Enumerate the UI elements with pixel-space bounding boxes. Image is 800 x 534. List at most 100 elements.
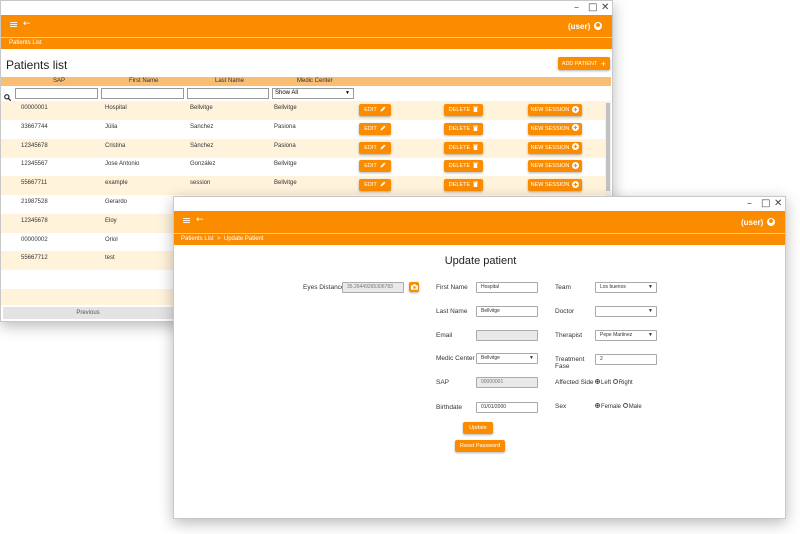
cell-sap: 55667712 (21, 255, 48, 262)
medic-center-select[interactable]: Bellvitge ▼ (476, 353, 538, 364)
edit-button[interactable]: EDIT (359, 141, 391, 154)
delete-button[interactable]: DELETE (444, 179, 483, 192)
first-name-input[interactable]: Hospital (476, 282, 538, 293)
sap-input: 00000001 (476, 377, 538, 388)
title-bar: – □ ✕ (174, 197, 785, 211)
eyes-distance-value: 35.26449265306783 (347, 284, 393, 290)
new-session-button[interactable]: NEW SESSION (528, 160, 582, 173)
new-session-button[interactable]: NEW SESSION (528, 179, 582, 192)
add-patient-label: ADD PATIENT (561, 60, 598, 67)
cell-sap: 21987528 (21, 199, 48, 205)
sex-male-label: Male (628, 403, 642, 410)
close-button[interactable]: ✕ (774, 198, 782, 210)
edit-button[interactable]: EDIT (359, 179, 391, 192)
cell-first-name: Oriol (105, 236, 118, 243)
column-first-name[interactable]: First Name (129, 78, 158, 84)
new-session-button[interactable]: NEW SESSION (528, 141, 582, 154)
trash-icon (473, 181, 479, 189)
plus-circle-icon (572, 143, 580, 152)
filter-last-name-input[interactable] (187, 88, 269, 99)
menu-icon[interactable]: ≡ (9, 18, 18, 31)
treatment-fase-label-line2: Fase (555, 363, 570, 370)
back-arrow-icon[interactable]: ← (23, 19, 31, 29)
user-menu[interactable]: (user) (741, 218, 776, 227)
new-session-button[interactable]: NEW SESSION (528, 104, 582, 116)
doctor-select[interactable]: ▼ (595, 306, 657, 317)
update-button[interactable]: Update (463, 422, 493, 434)
table-row[interactable]: 12345567 Jose Antonio González Bellvitge EDI… (1, 157, 611, 176)
treatment-fase-input[interactable]: 2 (595, 354, 657, 365)
pencil-icon (380, 144, 386, 152)
team-select[interactable]: Los buenos ▼ (595, 282, 657, 293)
cell-sap: 12345678 (21, 217, 48, 224)
filter-first-name-input[interactable] (101, 88, 184, 99)
minimize-button[interactable]: – (747, 198, 752, 210)
sex-female-label: Female (601, 403, 622, 410)
delete-button[interactable]: DELETE (444, 122, 483, 135)
pencil-icon (380, 181, 386, 189)
edit-button-label: EDIT (364, 107, 377, 113)
cell-medic-center: Bellvitge (274, 105, 297, 111)
column-sap[interactable]: SAP (53, 78, 65, 84)
birthdate-label: Birthdate (436, 404, 463, 411)
camera-button[interactable] (409, 282, 419, 292)
breadcrumb-trail[interactable]: Patients List > Update Patient (181, 236, 264, 242)
table-row[interactable]: 12345678 Cristina Sànchez Pasiona EDIT DELETE… (1, 138, 611, 158)
filter-medic-center-select[interactable]: Show All ▼ (272, 88, 354, 99)
minimize-button[interactable]: – (574, 2, 579, 14)
new-session-button-label: NEW SESSION (530, 144, 570, 151)
cell-sap: 00000001 (21, 105, 48, 111)
last-name-input[interactable]: Bellvitge (476, 306, 538, 317)
edit-button-label: EDIT (364, 125, 377, 132)
column-last-name[interactable]: Last Name (215, 78, 244, 84)
previous-page-button[interactable]: Previous (3, 307, 173, 319)
reset-password-button[interactable]: Reset Password (455, 440, 505, 452)
birthdate-input[interactable]: 01/01/2000 (476, 402, 538, 413)
affected-side-left-radio[interactable]: Left (595, 379, 611, 386)
cell-medic-center: Bellvitge (274, 180, 297, 187)
table-row[interactable]: 55667711 example session Bellvitge EDIT DELET… (1, 176, 611, 196)
sex-male-radio[interactable]: Male (622, 403, 642, 410)
trash-icon (473, 106, 479, 114)
affected-side-right-radio[interactable]: Right (612, 379, 633, 386)
table-row[interactable]: 33667744 Júlia Sanchez Pasiona EDIT DELETE NEW… (1, 120, 611, 139)
plus-icon: + (600, 59, 607, 68)
cell-sap: 12345678 (21, 142, 48, 149)
back-arrow-icon[interactable]: ← (196, 215, 204, 225)
menu-icon[interactable]: ≡ (182, 214, 191, 227)
therapist-select[interactable]: Pepe Martinez ▼ (595, 330, 657, 341)
team-value: Los buenos (600, 284, 626, 290)
breadcrumb-patients-list[interactable]: Patients List (9, 40, 42, 46)
title-bar: – □ ✕ (1, 1, 612, 15)
maximize-button[interactable]: □ (761, 198, 770, 210)
filter-sap-input[interactable] (15, 88, 98, 99)
first-name-label: First Name (436, 284, 468, 291)
chevron-down-icon: ▼ (648, 284, 653, 290)
treatment-fase-label-line1: Treatment (555, 356, 585, 363)
edit-button[interactable]: EDIT (359, 104, 391, 116)
maximize-button[interactable]: □ (588, 2, 597, 14)
user-label: (user) (741, 218, 764, 227)
table-row[interactable]: 00000001 Hospital Bellvitge Bellvitge EDIT DE… (1, 101, 611, 120)
close-button[interactable]: ✕ (601, 2, 609, 14)
scrollbar-thumb[interactable] (606, 103, 610, 191)
eyes-distance-field: 35.26449265306783 (342, 282, 404, 293)
breadcrumb: Patients List (1, 37, 612, 49)
breadcrumb: Patients List > Update Patient (174, 233, 785, 245)
column-medic-center[interactable]: Medic Center (297, 78, 333, 84)
delete-button[interactable]: DELETE (444, 141, 483, 154)
delete-button[interactable]: DELETE (444, 160, 483, 173)
delete-button[interactable]: DELETE (444, 104, 483, 116)
cell-first-name: Gerardo (105, 199, 128, 205)
page-title: Update patient (444, 255, 517, 267)
edit-button-label: EDIT (364, 144, 377, 151)
sex-female-radio[interactable]: Female (595, 403, 622, 410)
app-bar: ≡ ← (user) (1, 15, 612, 37)
new-session-button[interactable]: NEW SESSION (528, 122, 582, 135)
edit-button[interactable]: EDIT (359, 160, 391, 173)
edit-button[interactable]: EDIT (359, 122, 391, 135)
sex-label: Sex (555, 403, 567, 410)
account-icon (767, 218, 776, 226)
user-menu[interactable]: (user) (568, 22, 603, 31)
add-patient-button[interactable]: ADD PATIENT + (558, 57, 610, 70)
